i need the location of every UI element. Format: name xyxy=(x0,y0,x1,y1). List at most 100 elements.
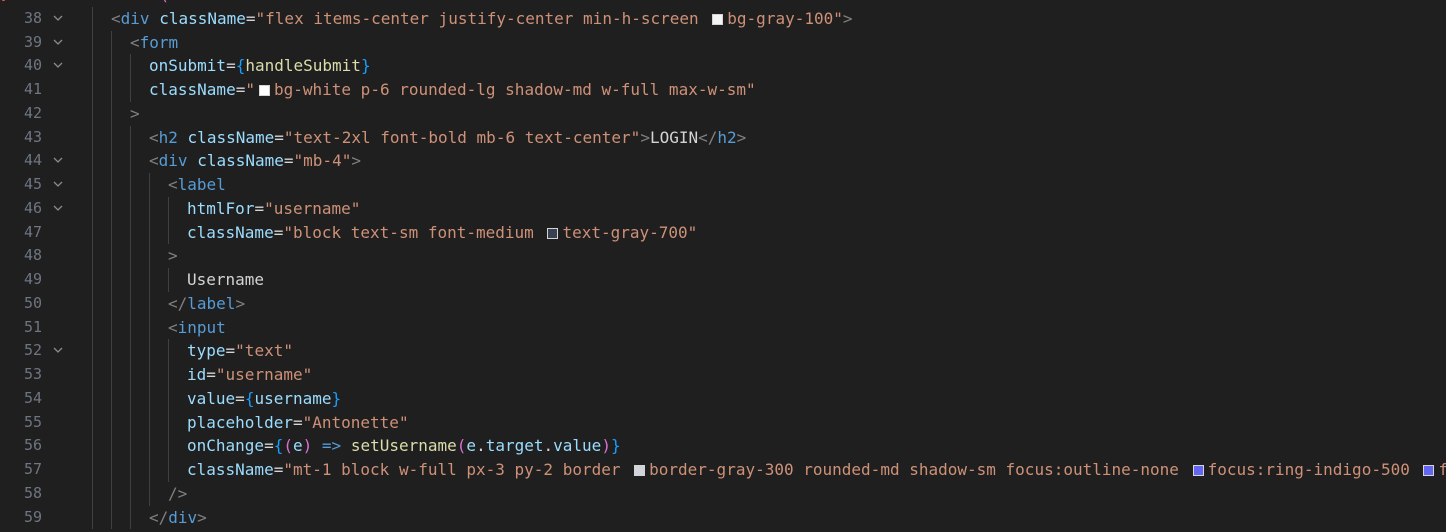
code-token: = xyxy=(254,198,265,218)
indent-guide xyxy=(149,410,150,435)
code-text[interactable]: /> xyxy=(92,481,187,506)
code-text[interactable]: onChange={(e) => setUsername(e.target.va… xyxy=(92,434,621,458)
code-line[interactable]: 44 <div className="mb-4"> xyxy=(0,149,1446,173)
code-token: > xyxy=(842,8,853,28)
code-line[interactable]: 43 <h2 className="text-2xl font-bold mb-6… xyxy=(0,125,1446,150)
code-line[interactable]: 51 <input xyxy=(0,315,1446,340)
code-line[interactable]: 49 Username xyxy=(0,268,1446,292)
indent-guide xyxy=(111,30,112,55)
code-text[interactable]: className=" bg-white p-6 rounded-lg shado… xyxy=(92,78,756,102)
code-text[interactable]: <h2 className="text-2xl font-bold mb-6 t… xyxy=(92,125,746,150)
code-text[interactable]: placeholder="Antonette" xyxy=(92,410,409,435)
code-token: "mt-1 block w-full px-3 py-2 border xyxy=(283,460,631,479)
color-swatch[interactable] xyxy=(1192,465,1204,476)
code-text[interactable]: <div className="mb-4"> xyxy=(92,149,361,173)
code-text[interactable]: type="text" xyxy=(92,339,293,363)
code-token: type xyxy=(187,341,226,361)
code-token: return xyxy=(92,0,150,4)
line-number: 52 xyxy=(23,341,42,360)
code-token: < xyxy=(130,32,140,52)
code-token: { xyxy=(273,436,284,456)
code-token: = xyxy=(273,460,284,479)
code-text[interactable]: className="mt-1 block w-full px-3 py-2 b… xyxy=(92,458,1446,482)
code-token: { xyxy=(244,388,255,408)
code-text[interactable]: return ( xyxy=(92,0,169,7)
code-token: div xyxy=(158,151,188,171)
code-text[interactable]: onSubmit={handleSubmit} xyxy=(92,54,371,78)
code-lines[interactable]: 37return (38<div className="flex items-c… xyxy=(0,0,1446,530)
code-line[interactable]: 45 <label xyxy=(0,173,1446,197)
indent-guide xyxy=(111,410,112,435)
code-editor[interactable]: 37return (38<div className="flex items-c… xyxy=(0,0,1446,532)
code-text[interactable]: > xyxy=(92,244,178,268)
code-token: = xyxy=(264,436,274,456)
code-token: } xyxy=(360,56,371,76)
line-number: 58 xyxy=(23,483,42,502)
indent-guide xyxy=(168,434,169,458)
indent-guide xyxy=(92,78,93,102)
code-text[interactable]: </div> xyxy=(92,505,207,530)
code-token: htmlFor xyxy=(187,198,255,218)
code-line[interactable]: 48 > xyxy=(0,244,1446,268)
indent-guide xyxy=(168,220,169,245)
indent-guide xyxy=(149,220,150,245)
line-number: 49 xyxy=(23,270,42,288)
code-line[interactable]: 57 className="mt-1 block w-full px-3 py-2… xyxy=(0,458,1446,482)
color-swatch[interactable] xyxy=(1423,465,1435,476)
code-line[interactable]: 39 <form xyxy=(0,30,1446,55)
code-text[interactable]: htmlFor="username" xyxy=(92,196,360,221)
code-line[interactable]: 54 value={username} xyxy=(0,386,1446,411)
code-token: > xyxy=(235,293,246,313)
code-token: focus:border-indigo-500 xyxy=(1438,460,1446,479)
code-line[interactable]: 47 className="block text-sm font-medium t… xyxy=(0,220,1446,245)
code-token: > xyxy=(197,507,207,527)
code-line[interactable]: 37 return ( xyxy=(0,0,1446,7)
code-token: = xyxy=(235,388,245,408)
code-text[interactable]: value={username} xyxy=(92,386,341,411)
indent-guide xyxy=(92,30,93,55)
code-text[interactable]: <label xyxy=(92,173,226,197)
code-line[interactable]: 46 htmlFor="username" xyxy=(0,196,1446,221)
indent-guide xyxy=(111,339,112,363)
code-token: . xyxy=(543,436,554,456)
code-line[interactable]: 52 type="text" xyxy=(0,339,1446,363)
indent-guide xyxy=(92,6,93,31)
code-line[interactable]: 53 id="username" xyxy=(0,363,1446,387)
indent-guide xyxy=(168,386,169,411)
code-text[interactable]: > xyxy=(92,101,140,126)
code-token: > xyxy=(351,151,361,171)
code-token: h2 xyxy=(717,127,737,147)
code-line[interactable]: 40 onSubmit={handleSubmit} xyxy=(0,54,1446,78)
indent-guide xyxy=(130,149,131,173)
code-token: "mb-4" xyxy=(293,151,352,171)
code-token: { xyxy=(235,56,246,76)
code-text[interactable]: <form xyxy=(92,30,178,55)
code-text[interactable]: id="username" xyxy=(92,363,312,387)
code-line[interactable]: 58 /> xyxy=(0,481,1446,506)
indent-guide xyxy=(149,315,150,340)
indent-guide xyxy=(111,196,112,221)
code-text[interactable]: className="block text-sm font-medium tex… xyxy=(92,220,697,245)
color-swatch[interactable] xyxy=(712,13,724,25)
line-number: 51 xyxy=(23,317,42,336)
code-line[interactable]: 38 <div className="flex items-center just… xyxy=(0,6,1446,31)
code-text[interactable]: Username xyxy=(92,268,264,292)
color-swatch[interactable] xyxy=(258,85,270,96)
code-text[interactable]: <div className="flex items-center justif… xyxy=(92,6,853,31)
code-text[interactable]: </label> xyxy=(92,291,246,316)
code-line[interactable]: 56 onChange={(e) => setUsername(e.target.… xyxy=(0,434,1446,458)
indent-guide xyxy=(111,458,112,482)
code-line[interactable]: 50 </label> xyxy=(0,291,1446,316)
code-line[interactable]: 41 className=" bg-white p-6 rounded-lg sha… xyxy=(0,78,1446,102)
code-token: className xyxy=(197,151,284,171)
code-text[interactable]: <input xyxy=(92,315,226,340)
code-line[interactable]: 59 </div> xyxy=(0,505,1446,530)
code-token: setUsername xyxy=(350,436,457,456)
indent-guide xyxy=(149,173,150,197)
code-line[interactable]: 42 > xyxy=(0,101,1446,126)
color-swatch[interactable] xyxy=(634,465,646,476)
color-swatch[interactable] xyxy=(547,227,559,239)
code-token: "Antonette" xyxy=(302,412,409,432)
code-line[interactable]: 55 placeholder="Antonette" xyxy=(0,410,1446,435)
